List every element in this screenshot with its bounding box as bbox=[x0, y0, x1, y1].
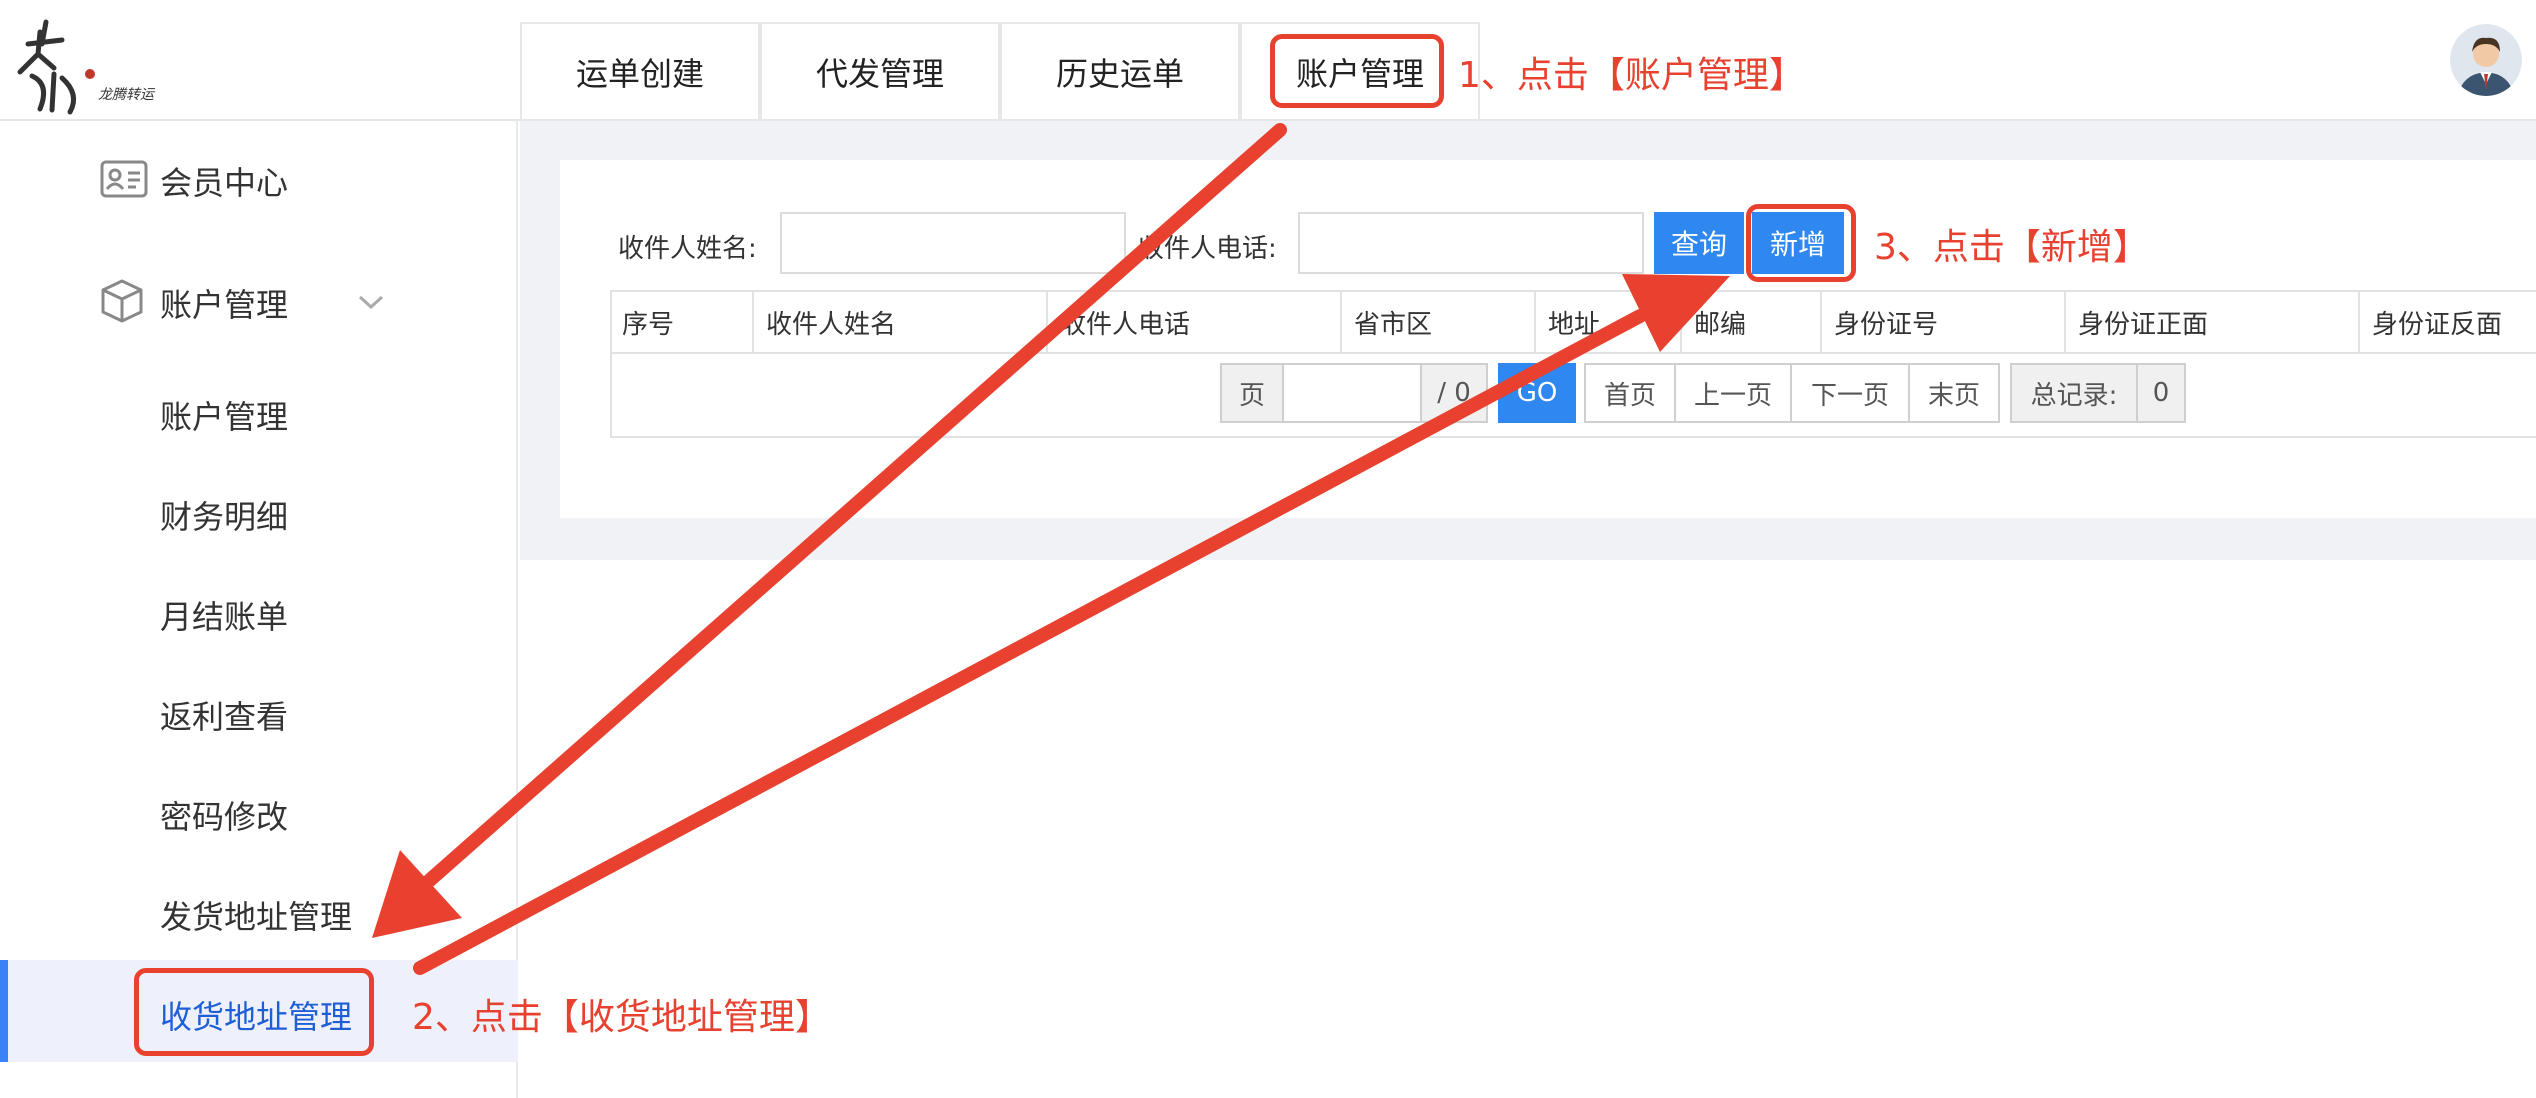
sidebar-item-rebate[interactable]: 返利查看 bbox=[160, 692, 288, 738]
tab-dropship[interactable]: 代发管理 bbox=[760, 22, 1000, 119]
column-header: 身份证正面 bbox=[2064, 292, 2358, 352]
column-header: 序号 bbox=[622, 309, 675, 340]
page-label: 页 bbox=[1220, 363, 1284, 423]
column-header: 身份证反面 bbox=[2358, 292, 2536, 352]
sidebar-item-finance[interactable]: 财务明细 bbox=[160, 492, 288, 538]
logo: 龙腾转运 bbox=[10, 14, 200, 119]
go-button[interactable]: GO bbox=[1498, 363, 1576, 423]
annotation-step3: 3、点击【新增】 bbox=[1874, 227, 2149, 268]
column-header: 收件人姓名 bbox=[752, 292, 1046, 352]
sidebar-account-group[interactable]: 账户管理 bbox=[160, 280, 288, 326]
total-pages: / 0 bbox=[1420, 363, 1488, 423]
highlight-box-receiver-address bbox=[134, 968, 374, 1056]
annotation-step2: 2、点击【收货地址管理】 bbox=[412, 997, 831, 1038]
query-button[interactable]: 查询 bbox=[1654, 212, 1744, 274]
tab-waybill-create[interactable]: 运单创建 bbox=[520, 22, 760, 119]
sidebar-active-indicator bbox=[0, 960, 8, 1062]
next-page-button[interactable]: 下一页 bbox=[1790, 363, 1910, 423]
page-number-input[interactable] bbox=[1282, 363, 1422, 423]
column-header: 收件人电话 bbox=[1046, 292, 1340, 352]
prev-page-button[interactable]: 上一页 bbox=[1674, 363, 1792, 423]
column-header: 省市区 bbox=[1340, 292, 1534, 352]
receiver-name-label: 收件人姓名: bbox=[618, 234, 757, 264]
column-header: 邮编 bbox=[1680, 292, 1820, 352]
id-card-icon bbox=[100, 160, 148, 198]
total-records-value: 0 bbox=[2136, 363, 2186, 423]
sidebar-member-center[interactable]: 会员中心 bbox=[160, 158, 288, 204]
first-page-button[interactable]: 首页 bbox=[1584, 363, 1676, 423]
avatar[interactable] bbox=[2450, 24, 2522, 96]
logo-caption: 龙腾转运 bbox=[98, 87, 154, 103]
highlight-box-account-tab bbox=[1270, 34, 1444, 108]
total-records-label: 总记录: bbox=[2010, 363, 2138, 423]
column-header: 身份证号 bbox=[1820, 292, 2064, 352]
user-avatar-icon bbox=[2450, 24, 2522, 96]
chevron-down-icon[interactable] bbox=[356, 292, 386, 312]
receiver-phone-label: 收件人电话: bbox=[1138, 234, 1277, 264]
receiver-phone-input[interactable] bbox=[1298, 212, 1644, 274]
annotation-step1: 1、点击【账户管理】 bbox=[1458, 55, 1805, 96]
sidebar-item-sender-address[interactable]: 发货地址管理 bbox=[160, 892, 352, 938]
highlight-box-add-button bbox=[1746, 204, 1856, 282]
sidebar-item-password[interactable]: 密码修改 bbox=[160, 792, 288, 838]
sidebar-item-account[interactable]: 账户管理 bbox=[160, 392, 288, 438]
box-icon bbox=[100, 278, 144, 324]
column-header: 地址 bbox=[1534, 292, 1680, 352]
tab-history[interactable]: 历史运单 bbox=[1000, 22, 1240, 119]
last-page-button[interactable]: 末页 bbox=[1908, 363, 2000, 423]
sidebar-item-monthly-bill[interactable]: 月结账单 bbox=[160, 592, 288, 638]
receiver-name-input[interactable] bbox=[780, 212, 1126, 274]
